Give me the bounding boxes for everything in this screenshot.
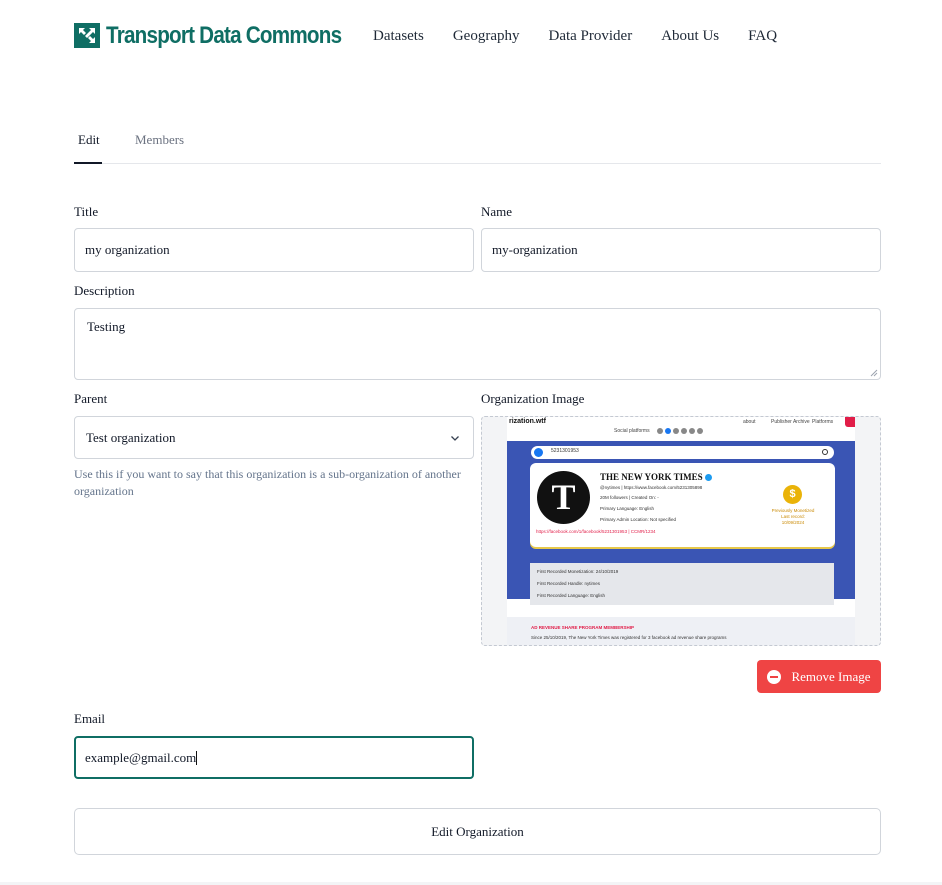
preview-profile-card: T THE NEW YORK TIMES @nytimes | https://… [530,463,835,547]
preview-search-query: 5231301953 [551,448,579,454]
text-caret [196,750,198,765]
verified-icon [704,474,712,482]
search-icon [822,449,828,455]
tab-members[interactable]: Members [135,132,184,147]
title-label: Title [74,204,99,219]
preview-submenu: Social platforms [614,428,650,434]
preview-record-3: First Recorded Language: English [537,593,606,598]
preview-profile-name: THE NEW YORK TIMES [600,472,712,482]
preview-red-tab [845,417,855,427]
email-label: Email [74,711,106,726]
preview-since-text: Since 25/10/2019, The New York Times was… [531,635,727,640]
parent-hint: Use this if you want to say that this or… [74,467,461,498]
preview-profile-line-3: Primary Language: English [600,506,655,511]
preview-monetized-date: Last record: 10/09/2024 [781,514,805,525]
preview-ad-section: AD REVENUE SHARE PROGRAM MEMBERSHIP Sinc… [507,617,855,645]
parent-label: Parent [74,391,108,406]
image-preview[interactable]: rization.wtf about Publisher Archive Pla… [481,416,881,646]
preview-profile-line-2: 20M followers | Created On: - [600,495,659,500]
edit-organization-button[interactable]: Edit Organization [74,808,881,855]
preview-profile-name-text: THE NEW YORK TIMES [600,472,703,482]
description-textarea[interactable]: Testing [74,308,881,380]
email-input[interactable]: example@gmail.com [74,736,474,779]
preview-profile-line-4: Primary Admin Location: Not specified [600,517,677,522]
description-value: Testing [87,319,126,334]
name-input[interactable]: my-organization [481,228,881,272]
resize-grip-icon[interactable] [870,369,878,377]
preview-search: 5231301953 [531,446,834,459]
remove-image-label: Remove Image [791,668,871,684]
preview-record-1: First Recorded Monetization: 24/10/2019 [537,569,619,574]
tab-bar: Edit Members [74,122,881,164]
name-value: my-organization [492,242,578,257]
parent-select[interactable]: Test organization [74,416,474,459]
preview-records: First Recorded Monetization: 24/10/2019 … [530,563,834,605]
brand-name: Transport Data Commons [106,22,342,49]
preview-profile-link: https://facebook.com/1/facebook/52313019… [536,529,656,534]
email-value: example@gmail.com [85,749,197,765]
title-input[interactable]: my organization [74,228,474,272]
remove-image-button[interactable]: Remove Image [757,660,881,693]
chevron-down-icon [451,436,459,441]
preview-monetized: Previously Monetized Last record: 10/09/… [770,508,816,526]
preview-record-2: First Recorded Handle: nytimes [537,581,601,586]
minus-circle-icon [767,669,782,684]
parent-value: Test organization [86,429,176,445]
dollar-coin-icon: $ [783,485,802,504]
nyt-logo-icon: T [537,471,590,524]
preview-site-name: rization.wtf [509,418,546,425]
nav-data-provider[interactable]: Data Provider [548,27,632,45]
main-nav: Datasets Geography Data Provider About U… [373,27,806,45]
facebook-icon [534,448,543,457]
nav-datasets[interactable]: Datasets [373,27,424,45]
preview-menu-platforms: Platforms [812,419,834,425]
preview-profile-line-1: @nytimes | https://www.facebook.com/5231… [600,485,703,490]
preview-topbar: rization.wtf about Publisher Archive Pla… [507,417,855,439]
nav-geography[interactable]: Geography [453,27,520,45]
nav-faq[interactable]: FAQ [748,27,777,45]
active-tab-indicator [74,162,102,164]
preview-screenshot: rization.wtf about Publisher Archive Pla… [507,417,855,645]
title-value: my organization [85,242,170,257]
preview-menu-about: about [743,419,756,425]
site-header: Transport Data Commons Datasets Geograph… [0,0,942,72]
nav-about-us[interactable]: About Us [661,27,719,45]
preview-ad-heading: AD REVENUE SHARE PROGRAM MEMBERSHIP [531,625,635,630]
arrows-out-icon [74,23,100,48]
image-label: Organization Image [481,391,585,406]
preview-platform-icons [657,428,705,434]
name-label: Name [481,204,513,219]
tab-edit[interactable]: Edit [78,132,100,147]
description-label: Description [74,283,135,298]
preview-menu-archive: Publisher Archive [771,419,810,425]
site-logo[interactable]: Transport Data Commons [74,23,380,48]
